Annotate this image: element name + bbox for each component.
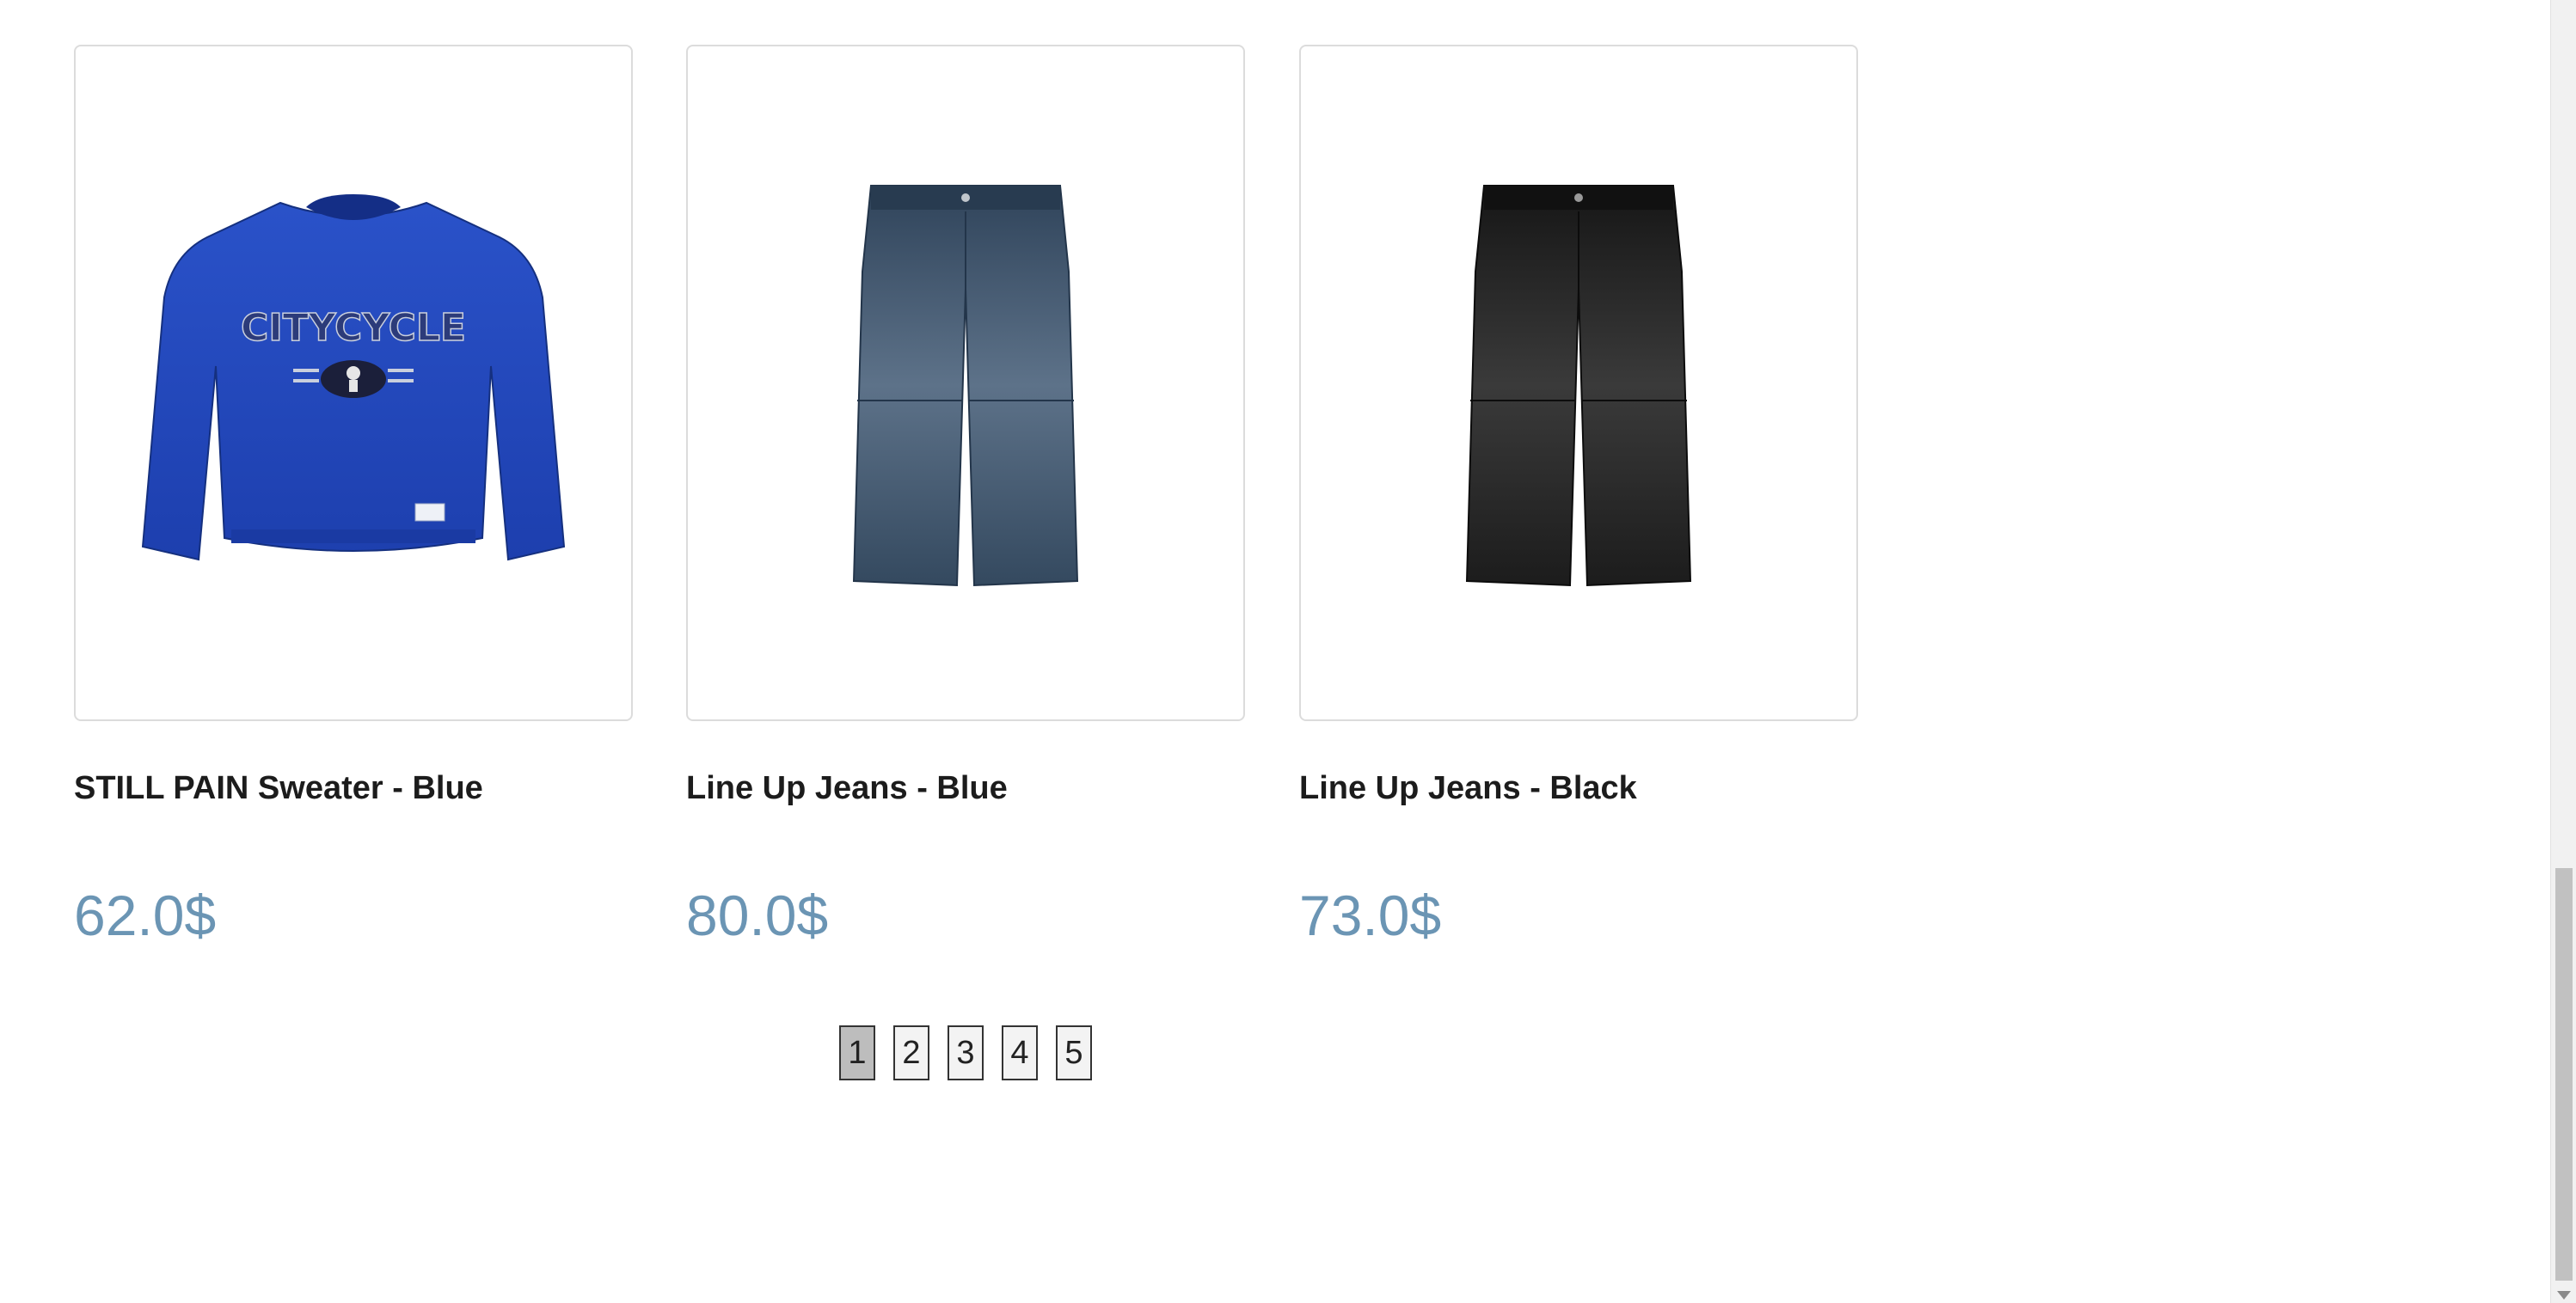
product-price: 73.0$ bbox=[1299, 884, 1442, 947]
product-price: 80.0$ bbox=[686, 884, 829, 947]
product-image[interactable] bbox=[686, 45, 1245, 721]
page-button-4[interactable]: 4 bbox=[1002, 1025, 1038, 1080]
blue-sweater-image: CITYCYCLE bbox=[141, 193, 566, 560]
product-listing-page: CITYCYCLE STILL PAIN Sweater - Blue 62.0… bbox=[0, 0, 2576, 1303]
product-name[interactable]: Line Up Jeans - Black bbox=[1299, 770, 1637, 807]
page-button-5[interactable]: 5 bbox=[1056, 1025, 1092, 1080]
product-name[interactable]: Line Up Jeans - Blue bbox=[686, 770, 1008, 807]
product-card[interactable]: CITYCYCLE STILL PAIN Sweater - Blue 62.0… bbox=[74, 45, 633, 947]
page-button-2[interactable]: 2 bbox=[893, 1025, 929, 1080]
black-jeans-image bbox=[1465, 184, 1692, 586]
sweater-graphic-text: CITYCYCLE bbox=[241, 306, 466, 350]
product-card[interactable]: Line Up Jeans - Black 73.0$ bbox=[1299, 45, 1858, 947]
pagination: 1 2 3 4 5 bbox=[839, 1025, 1092, 1080]
product-image[interactable]: CITYCYCLE bbox=[74, 45, 633, 721]
blue-jeans-image bbox=[852, 184, 1079, 586]
product-image[interactable] bbox=[1299, 45, 1858, 721]
product-name[interactable]: STILL PAIN Sweater - Blue bbox=[74, 770, 483, 807]
page-button-1[interactable]: 1 bbox=[839, 1025, 875, 1080]
scrollbar-thumb[interactable] bbox=[2555, 868, 2573, 1281]
scroll-down-arrow-icon[interactable] bbox=[2557, 1291, 2571, 1300]
page-button-3[interactable]: 3 bbox=[948, 1025, 984, 1080]
product-price: 62.0$ bbox=[74, 884, 217, 947]
vertical-scrollbar[interactable] bbox=[2550, 0, 2576, 1303]
product-card[interactable]: Line Up Jeans - Blue 80.0$ bbox=[686, 45, 1245, 947]
